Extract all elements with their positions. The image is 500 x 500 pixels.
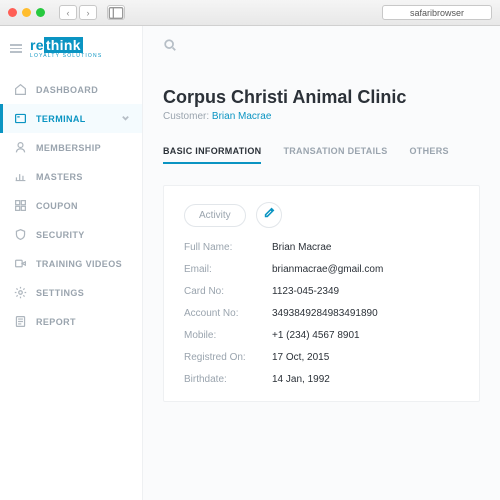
gear-icon bbox=[14, 286, 27, 299]
customer-label: Customer: bbox=[163, 111, 209, 122]
page-title: Corpus Christi Animal Clinic bbox=[163, 87, 480, 108]
main-content: Corpus Christi Animal Clinic Customer: B… bbox=[143, 26, 500, 500]
tab-bar: BASIC INFORMATION TRANSATION DETAILS OTH… bbox=[163, 140, 480, 165]
sidebar-item-label: MEMBERSHIP bbox=[36, 143, 101, 153]
brand-logo: rethink LOYALTY SOLUTIONS bbox=[30, 38, 102, 59]
sidebar-item-label: COUPON bbox=[36, 201, 78, 211]
field-label: Email: bbox=[184, 264, 272, 275]
field-label: Mobile: bbox=[184, 330, 272, 341]
sidebar-item-label: SETTINGS bbox=[36, 288, 84, 298]
chart-icon bbox=[14, 170, 27, 183]
sidebar-nav: DASHBOARD TERMINAL MEMBERSHIP MASTERS CO… bbox=[0, 75, 142, 336]
field-label: Full Name: bbox=[184, 242, 272, 253]
details-grid: Full Name:Brian Macrae Email:brianmacrae… bbox=[184, 242, 459, 385]
maximize-window-button[interactable] bbox=[36, 8, 45, 17]
brand-name-box: think bbox=[44, 37, 83, 53]
address-text: safaribrowser bbox=[410, 8, 464, 18]
tab-others[interactable]: OTHERS bbox=[410, 140, 449, 164]
sidebar-item-label: REPORT bbox=[36, 317, 76, 327]
browser-chrome: ‹ › safaribrowser bbox=[0, 0, 500, 26]
video-icon bbox=[14, 257, 27, 270]
sidebar-toggle-button[interactable] bbox=[107, 5, 125, 20]
report-icon bbox=[14, 315, 27, 328]
sidebar-item-security[interactable]: SECURITY bbox=[0, 220, 142, 249]
field-value: 17 Oct, 2015 bbox=[272, 352, 459, 363]
info-card: Activity Full Name:Brian Macrae Email:br… bbox=[163, 185, 480, 402]
field-value: +1 (234) 4567 8901 bbox=[272, 330, 459, 341]
user-icon bbox=[14, 141, 27, 154]
brand-name-pre: re bbox=[30, 37, 44, 53]
sidebar-item-label: SECURITY bbox=[36, 230, 85, 240]
sidebar-item-settings[interactable]: SETTINGS bbox=[0, 278, 142, 307]
menu-icon[interactable] bbox=[10, 44, 22, 53]
field-value: brianmacrae@gmail.com bbox=[272, 264, 459, 275]
sidebar-item-label: TERMINAL bbox=[36, 114, 86, 124]
minimize-window-button[interactable] bbox=[22, 8, 31, 17]
sidebar-item-membership[interactable]: MEMBERSHIP bbox=[0, 133, 142, 162]
sidebar-item-label: DASHBOARD bbox=[36, 85, 98, 95]
sidebar-item-training[interactable]: TRAINING VIDEOS bbox=[0, 249, 142, 278]
coupon-icon bbox=[14, 199, 27, 212]
tab-basic-information[interactable]: BASIC INFORMATION bbox=[163, 140, 261, 164]
field-label: Card No: bbox=[184, 286, 272, 297]
field-value: 14 Jan, 1992 bbox=[272, 374, 459, 385]
edit-button[interactable] bbox=[256, 202, 282, 228]
edit-icon bbox=[263, 206, 275, 224]
home-icon bbox=[14, 83, 27, 96]
chevron-down-icon bbox=[121, 113, 130, 124]
sidebar-item-report[interactable]: REPORT bbox=[0, 307, 142, 336]
sidebar-item-terminal[interactable]: TERMINAL bbox=[0, 104, 142, 133]
address-bar-container: safaribrowser bbox=[131, 5, 492, 20]
page-subtitle: Customer: Brian Macrae bbox=[163, 111, 480, 122]
sidebar-item-dashboard[interactable]: DASHBOARD bbox=[0, 75, 142, 104]
window-controls bbox=[8, 8, 45, 17]
forward-button[interactable]: › bbox=[79, 5, 97, 20]
sidebar-item-coupon[interactable]: COUPON bbox=[0, 191, 142, 220]
field-label: Birthdate: bbox=[184, 374, 272, 385]
sidebar-item-label: TRAINING VIDEOS bbox=[36, 259, 122, 269]
field-value: 34938492849834918​90 bbox=[272, 308, 459, 319]
sidebar: rethink LOYALTY SOLUTIONS DASHBOARD TERM… bbox=[0, 26, 143, 500]
customer-link[interactable]: Brian Macrae bbox=[212, 111, 271, 122]
field-label: Account No: bbox=[184, 308, 272, 319]
sidebar-item-label: MASTERS bbox=[36, 172, 83, 182]
field-value: Brian Macrae bbox=[272, 242, 459, 253]
terminal-icon bbox=[14, 112, 27, 125]
tab-transaction-details[interactable]: TRANSATION DETAILS bbox=[283, 140, 387, 164]
field-label: Registred On: bbox=[184, 352, 272, 363]
nav-button-group: ‹ › bbox=[59, 5, 97, 20]
activity-button[interactable]: Activity bbox=[184, 204, 246, 227]
address-bar[interactable]: safaribrowser bbox=[382, 5, 492, 20]
back-button[interactable]: ‹ bbox=[59, 5, 77, 20]
field-value: 1123-045-2349 bbox=[272, 286, 459, 297]
brand-tagline: LOYALTY SOLUTIONS bbox=[30, 54, 102, 59]
sidebar-item-masters[interactable]: MASTERS bbox=[0, 162, 142, 191]
search-icon[interactable] bbox=[163, 38, 177, 57]
shield-icon bbox=[14, 228, 27, 241]
close-window-button[interactable] bbox=[8, 8, 17, 17]
